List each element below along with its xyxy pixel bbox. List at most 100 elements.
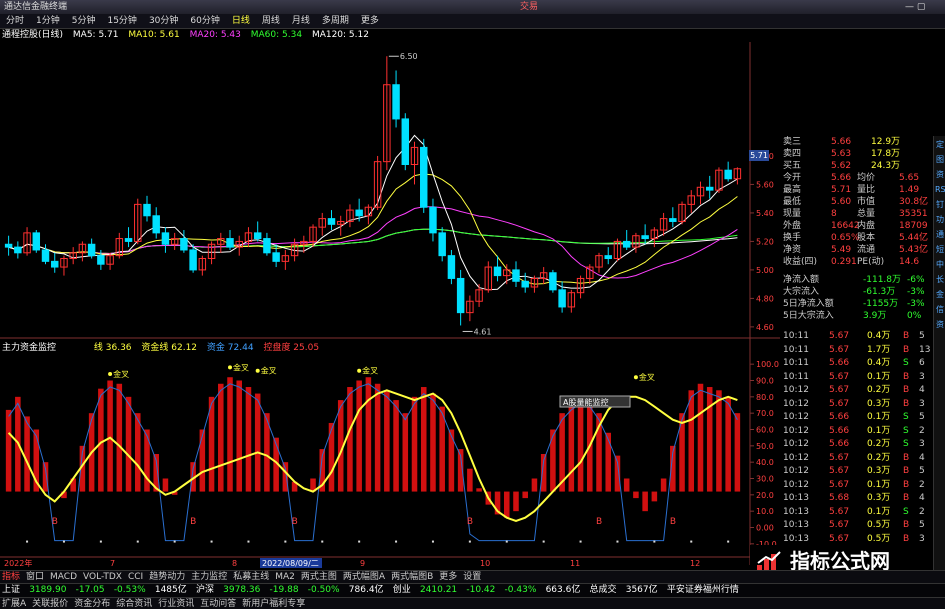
info-tab-3[interactable]: 综合资讯 <box>116 599 152 609</box>
period-tab-8[interactable]: 月线 <box>292 16 310 26</box>
sz-value: 3978.36 <box>223 585 261 595</box>
fund-bar <box>374 383 381 492</box>
price-axis-label: 5.00 <box>756 266 774 275</box>
tick-price: 5.67 <box>829 466 850 476</box>
fund-bar <box>273 437 279 492</box>
sidebar-icon-2[interactable]: 资 <box>935 169 945 181</box>
period-tab-9[interactable]: 多周期 <box>322 16 349 26</box>
tooltip-text: A股量能监控 <box>563 397 608 407</box>
fund-bar <box>134 413 141 492</box>
indicator-tab-0[interactable]: 指标 <box>2 572 20 582</box>
flow-value: -111.8万 <box>863 275 902 285</box>
indicator-tab-7[interactable]: 私募主线 <box>233 572 269 582</box>
indicator-tab-9[interactable]: 两式主图 <box>301 572 337 582</box>
indicator-tab-3[interactable]: VOL-TDX <box>83 572 122 582</box>
sidebar-icon-4[interactable]: 钉 <box>935 199 945 211</box>
indicator-tab-2[interactable]: MACD <box>50 572 77 582</box>
quote-label2: 股本 <box>857 233 876 243</box>
period-tab-6[interactable]: 日线 <box>232 16 250 26</box>
indicator-tab-1[interactable]: 窗口 <box>26 572 44 582</box>
period-tab-0[interactable]: 分时 <box>6 16 24 26</box>
fund-bar <box>605 432 612 492</box>
indicator-tab-6[interactable]: 主力监控 <box>191 572 227 582</box>
sub-item-fund-line: 资金线 62.12 <box>141 343 198 353</box>
sidebar-icon-12[interactable]: 资 <box>935 319 945 331</box>
info-tab-4[interactable]: 行业资讯 <box>158 599 194 609</box>
sidebar-icon-5[interactable]: 功 <box>935 214 945 226</box>
sidebar-icon-8[interactable]: 中 <box>935 259 945 271</box>
period-tab-5[interactable]: 60分钟 <box>190 16 219 26</box>
candle-body <box>475 289 483 302</box>
sidebar-icon-6[interactable]: 通 <box>935 229 945 241</box>
tick-side: B <box>903 344 910 355</box>
fund-bar <box>614 455 621 492</box>
buy-marker: B <box>52 517 58 527</box>
fund-bar <box>587 400 593 492</box>
indicator-tab-5[interactable]: 趋势动力 <box>149 572 185 582</box>
sz-label[interactable]: 沪深 <box>196 585 214 595</box>
info-tab-6[interactable]: 新用户福利专享 <box>242 599 305 609</box>
candle-body <box>97 255 105 265</box>
sub-axis-label: 0.00 <box>756 524 774 533</box>
indicator-tab-8[interactable]: MA2 <box>275 572 295 582</box>
candle-body <box>69 252 77 260</box>
fund-bar <box>98 388 104 492</box>
info-tab-1[interactable]: 关联报价 <box>32 599 68 609</box>
candle-body <box>705 186 714 191</box>
quote-value2: 5.44亿 <box>899 233 929 243</box>
sidebar-icon-0[interactable]: 定 <box>935 139 945 151</box>
fund-bar <box>254 393 261 492</box>
sidebar-icon-3[interactable]: RSI <box>935 184 945 196</box>
cy-percent: -0.43% <box>504 585 537 595</box>
info-tab-2[interactable]: 资金分布 <box>74 599 110 609</box>
period-tab-2[interactable]: 5分钟 <box>72 16 96 26</box>
tick-count: 5 <box>919 412 925 422</box>
trade-button[interactable]: 交易 <box>520 0 538 14</box>
candle-body <box>410 146 419 165</box>
sh-label[interactable]: 上证 <box>2 585 20 595</box>
period-tab-10[interactable]: 更多 <box>361 16 379 26</box>
sidebar-icon-11[interactable]: 信 <box>935 304 945 316</box>
info-tab-5[interactable]: 互动问答 <box>200 599 236 609</box>
quote-label2: 量比 <box>857 185 876 195</box>
indicator-tab-13[interactable]: 设置 <box>463 572 481 582</box>
info-tab-0[interactable]: 扩展A <box>2 599 26 609</box>
period-tab-3[interactable]: 15分钟 <box>107 16 136 26</box>
tick-qty: 0.1万 <box>867 506 891 517</box>
sidebar-icon-1[interactable]: 图 <box>935 154 945 166</box>
cy-label[interactable]: 创业 <box>393 585 411 595</box>
sh-percent: -0.53% <box>113 585 146 595</box>
tick-price: 5.67 <box>829 331 850 341</box>
tick-count: 13 <box>919 344 931 355</box>
quote-label2: 均价 <box>857 173 876 183</box>
indicator-tab-10[interactable]: 两式幅图A <box>343 572 385 582</box>
candle-body <box>51 260 59 268</box>
candle-body <box>106 255 114 265</box>
sub-axis-label: 50.0 <box>756 442 774 451</box>
flow-row: 净流入额 -111.8万 -6% <box>781 274 933 286</box>
sidebar-icon-10[interactable]: 金 <box>935 289 945 301</box>
period-tab-7[interactable]: 周线 <box>262 16 280 26</box>
period-tab-4[interactable]: 30分钟 <box>149 16 178 26</box>
candle-body <box>290 243 299 257</box>
tick-side: B <box>903 533 910 544</box>
quote-row: 收益(四) 0.291 PE(动) 14.6 <box>781 256 933 268</box>
candle-body <box>161 232 170 245</box>
candle-body <box>180 238 188 251</box>
candle-body <box>346 209 354 222</box>
indicator-tab-4[interactable]: CCI <box>128 572 143 582</box>
candle-body <box>733 168 742 180</box>
indicator-tab-11[interactable]: 两式幅图B <box>391 572 433 582</box>
golden-cross-dot <box>255 368 260 373</box>
fund-bar <box>328 422 335 492</box>
period-tab-1[interactable]: 1分钟 <box>36 16 60 26</box>
tick-price: 5.66 <box>829 358 850 368</box>
tick-row: 10:11 5.66 0.4万 S 6 <box>781 357 933 370</box>
indicator-tab-12[interactable]: 更多 <box>439 572 457 582</box>
candle-body <box>613 240 622 260</box>
tick-time: 10:12 <box>783 439 809 449</box>
sidebar-icon-9[interactable]: 长 <box>935 274 945 286</box>
flow-value: 3.9万 <box>863 311 887 321</box>
sidebar-icon-7[interactable]: 短 <box>935 244 945 256</box>
quote-row: 最高 5.71 量比 1.49 <box>781 184 933 196</box>
